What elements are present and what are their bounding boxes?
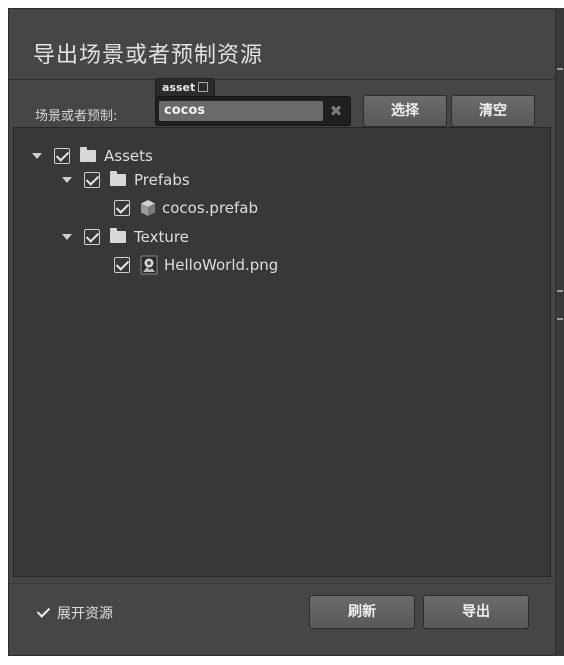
clear-button[interactable]: 清空 bbox=[451, 95, 535, 127]
tree-item-helloworld-png[interactable]: HelloWorld.png bbox=[114, 253, 278, 277]
checkbox[interactable] bbox=[114, 257, 130, 273]
folder-icon bbox=[110, 228, 126, 243]
asset-type-tag[interactable]: asset bbox=[155, 78, 216, 97]
tree-item-label: Texture bbox=[134, 228, 189, 246]
tree-item-label: Assets bbox=[104, 147, 153, 165]
asset-field[interactable]: cocos ✖ bbox=[155, 96, 351, 126]
source-label: 场景或者预制: bbox=[35, 109, 118, 124]
expand-arrow-icon[interactable] bbox=[62, 177, 72, 183]
expand-arrow-icon[interactable] bbox=[32, 153, 42, 159]
tree-item-label: HelloWorld.png bbox=[164, 256, 279, 274]
asset-tag-label: asset bbox=[162, 81, 196, 94]
tree-item-assets[interactable]: Assets bbox=[32, 144, 153, 168]
checkbox[interactable] bbox=[84, 229, 100, 245]
tree-item-texture[interactable]: Texture bbox=[62, 225, 189, 249]
expand-assets-toggle[interactable]: 展开资源 bbox=[37, 603, 113, 623]
edge-mark bbox=[557, 290, 563, 292]
edge-mark bbox=[557, 318, 563, 320]
footer-divider bbox=[9, 583, 555, 584]
export-dialog: 导出场景或者预制资源 场景或者预制: asset cocos ✖ 选择 清空 A… bbox=[8, 8, 556, 656]
tree-item-cocos-prefab[interactable]: cocos.prefab bbox=[114, 196, 258, 220]
refresh-button[interactable]: 刷新 bbox=[309, 595, 415, 629]
dialog-title: 导出场景或者预制资源 bbox=[33, 43, 264, 68]
image-file-icon bbox=[140, 255, 158, 275]
edge-mark bbox=[557, 68, 563, 70]
expand-assets-label: 展开资源 bbox=[57, 606, 113, 622]
select-button[interactable]: 选择 bbox=[363, 95, 447, 127]
tree-item-label: Prefabs bbox=[134, 171, 190, 189]
asset-value[interactable]: cocos bbox=[159, 101, 323, 121]
prefab-icon bbox=[141, 200, 155, 216]
checkbox[interactable] bbox=[54, 148, 70, 164]
external-link-icon[interactable] bbox=[198, 82, 209, 92]
expand-arrow-icon[interactable] bbox=[62, 234, 72, 240]
export-button[interactable]: 导出 bbox=[423, 595, 529, 629]
tree-item-prefabs[interactable]: Prefabs bbox=[62, 168, 190, 192]
folder-icon bbox=[110, 171, 126, 186]
checkbox[interactable] bbox=[114, 200, 130, 216]
check-icon[interactable] bbox=[37, 606, 51, 620]
title-divider bbox=[9, 79, 555, 80]
clear-asset-icon[interactable]: ✖ bbox=[328, 100, 344, 122]
background-window-edge bbox=[556, 8, 564, 656]
checkbox[interactable] bbox=[84, 172, 100, 188]
tree-item-label: cocos.prefab bbox=[162, 199, 259, 217]
asset-tree-panel: Assets Prefabs cocos.prefab Texture Hell… bbox=[13, 127, 551, 577]
folder-icon bbox=[80, 147, 96, 162]
